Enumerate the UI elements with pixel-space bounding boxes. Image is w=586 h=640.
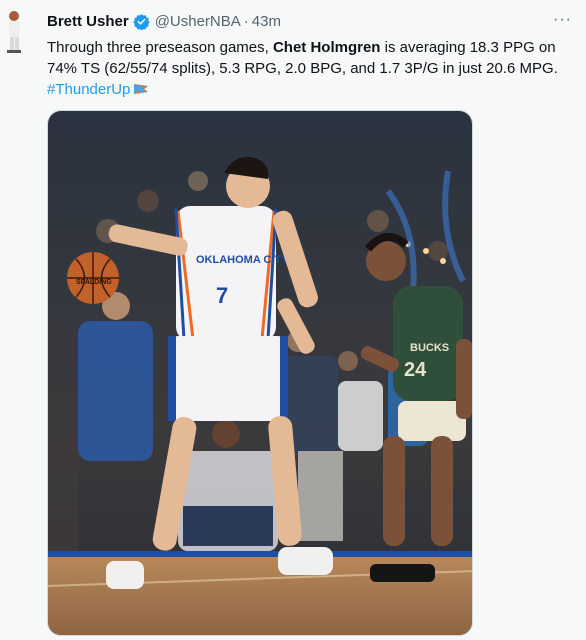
jersey-number: 7 bbox=[216, 283, 228, 308]
author-name[interactable]: Brett Usher bbox=[47, 13, 129, 30]
separator-dot: · bbox=[243, 13, 249, 30]
tweet-photo[interactable]: BUCKS 24 OKLAHOMA CITY 7 SPALDING bbox=[47, 110, 473, 636]
photo-scene: BUCKS 24 OKLAHOMA CITY 7 SPALDING bbox=[48, 111, 472, 635]
author-handle[interactable]: @UsherNBA bbox=[155, 13, 241, 30]
avatar[interactable] bbox=[4, 10, 28, 54]
defender-jersey-text: BUCKS bbox=[410, 342, 449, 354]
thunder-flag-icon bbox=[133, 80, 149, 94]
tweet-timestamp[interactable]: 43m bbox=[252, 13, 281, 30]
tweet-text: Through three preseason games, Chet Holm… bbox=[47, 37, 577, 100]
defender-jersey-number: 24 bbox=[404, 359, 427, 381]
verified-badge-icon bbox=[132, 13, 150, 31]
player-name: Chet Holmgren bbox=[272, 39, 381, 56]
hashtag-link[interactable]: #ThunderUp bbox=[47, 81, 130, 98]
more-options-icon[interactable]: ··· bbox=[553, 11, 572, 29]
ball-text: SPALDING bbox=[76, 279, 112, 286]
tweet-header: Brett Usher @UsherNBA · 43m bbox=[47, 13, 281, 31]
jersey-front-text: OKLAHOMA CITY bbox=[196, 254, 289, 266]
tweet[interactable]: Brett Usher @UsherNBA · 43m ··· Through … bbox=[0, 0, 586, 640]
basketball: SPALDING bbox=[67, 252, 119, 304]
tweet-text-part: Through three preseason games, bbox=[47, 39, 273, 56]
